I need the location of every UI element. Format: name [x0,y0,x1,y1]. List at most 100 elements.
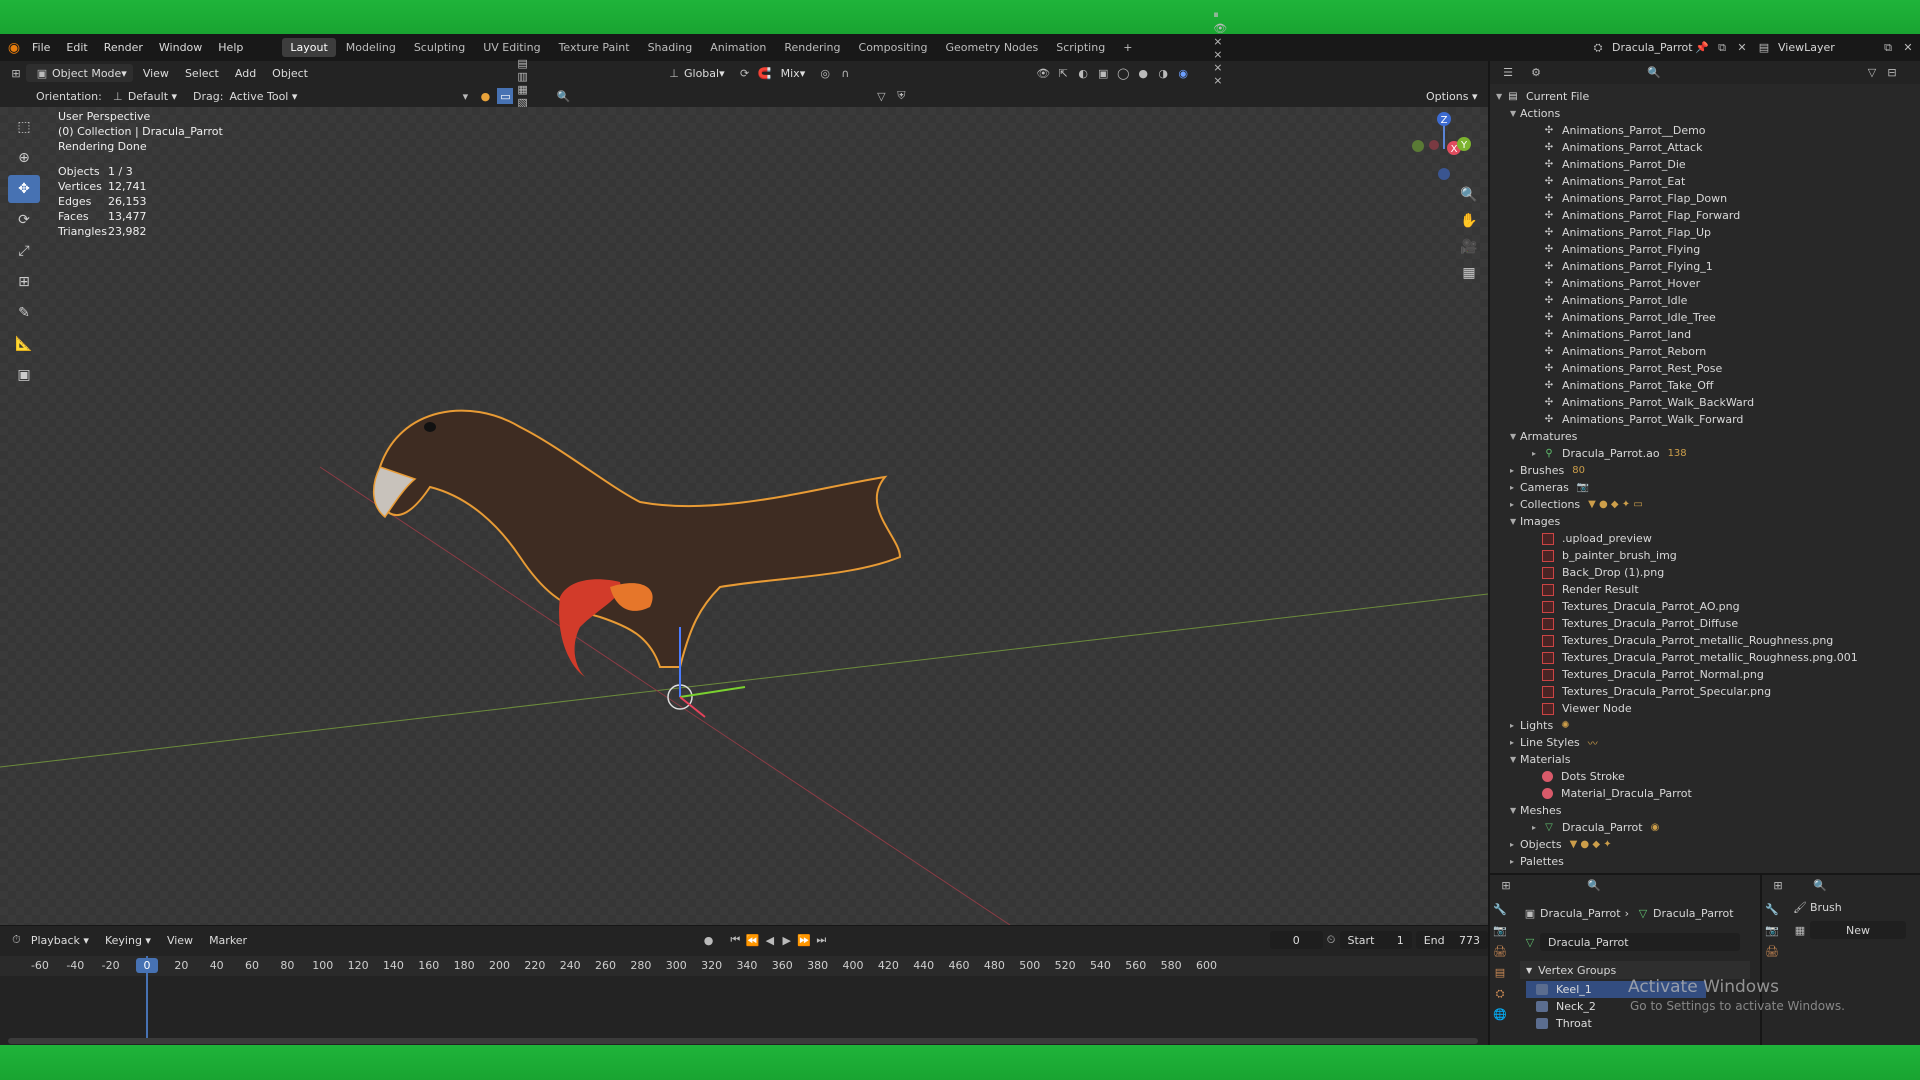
brush-tool-tab-icon[interactable]: 🔧 [1762,903,1782,924]
outliner-image-item[interactable]: Textures_Dracula_Parrot_metallic_Roughne… [1490,632,1920,649]
blender-logo-icon[interactable]: ◉ [6,40,22,56]
outliner-current-file[interactable]: ▼ ▤ Current File [1490,88,1920,105]
3d-viewport[interactable]: ⬚ ⊕ ✥ ⟳ ⤢ ⊞ ✎ 📐 ▣ User Perspective (0) C… [0,107,1488,925]
workspace-tab-layout[interactable]: Layout [282,38,336,57]
props-search-icon[interactable]: 🔍 [1586,877,1602,893]
checker-icon[interactable]: ▦ [1792,922,1808,938]
workspace-tab-uv-editing[interactable]: UV Editing [475,38,548,57]
visibility-icon[interactable]: 👁 [1035,65,1051,81]
expand-toggle-icon[interactable]: ▸ [1510,840,1520,849]
mesh-name-field[interactable]: Dracula_Parrot [1540,933,1740,951]
wireframe-shading-icon[interactable]: ◯ [1115,65,1131,81]
timeline-editor-icon[interactable]: ⏱ [10,932,23,948]
outliner-action-item[interactable]: ✣ Animations_Parrot__Demo [1490,122,1920,139]
workspace-tab-rendering[interactable]: Rendering [776,38,848,57]
gizmo-neg-z-ball[interactable] [1438,168,1450,180]
scene-name[interactable]: Dracula_Parrot [1612,41,1693,54]
menu-file[interactable]: File [24,41,58,54]
select-mode-icons[interactable]: ▤ ▥ ▦ ▧ ▨ ▩ [517,57,533,135]
scene-selector[interactable]: ⛭ Dracula_Parrot 📌 ⧉ ✕ [1588,40,1752,56]
orientation-dropdown[interactable]: ⊥ Default ▾ [102,87,183,105]
outliner-action-item[interactable]: ✣ Animations_Parrot_Flap_Down [1490,190,1920,207]
breadcrumb-mesh[interactable]: Dracula_Parrot [1653,907,1734,920]
expand-toggle-icon[interactable]: ▸ [1510,500,1520,509]
outliner-armatures-group[interactable]: ▼ Armatures [1490,428,1920,445]
workspace-tab-add[interactable]: + [1115,38,1140,57]
outliner-brushes-group[interactable]: ▸ Brushes 80 [1490,462,1920,479]
world-tab-icon[interactable]: 🌐 [1490,1008,1510,1029]
options-dropdown[interactable]: Options ▾ [1420,87,1483,105]
expand-toggle-icon[interactable]: ▸ [1510,738,1520,747]
view-layer-tab-icon[interactable]: ▤ [1490,966,1510,987]
outliner-search-icon[interactable]: 🔍 [1646,65,1662,81]
outliner-action-item[interactable]: ✣ Animations_Parrot_Rest_Pose [1490,360,1920,377]
jump-start-icon[interactable]: ⏮ [729,932,742,948]
view-layer-name[interactable]: ViewLayer [1778,41,1878,54]
x-gizmo-arrow[interactable] [679,686,746,698]
menu-render[interactable]: Render [96,41,151,54]
clock-icon[interactable]: ⏲ [1325,932,1338,948]
zoom-icon[interactable]: 🔍 [1458,187,1480,213]
start-frame-field[interactable]: Start 1 [1339,931,1412,949]
outliner-image-item[interactable]: Textures_Dracula_Parrot_metallic_Roughne… [1490,649,1920,666]
annotate-tool-icon[interactable]: ✎ [8,299,40,327]
outliner-image-item[interactable]: b_painter_brush_img [1490,547,1920,564]
outliner-action-item[interactable]: ✣ Animations_Parrot_Idle_Tree [1490,309,1920,326]
cursor-tool-icon[interactable]: ⊕ [8,144,40,172]
workspace-tab-scripting[interactable]: Scripting [1048,38,1113,57]
new-layer-icon[interactable]: ⧉ [1880,40,1896,56]
display-mode-icon[interactable]: ⚙ [1528,65,1544,81]
outliner-material-item[interactable]: Dots Stroke [1490,768,1920,785]
outliner-action-item[interactable]: ✣ Animations_Parrot_Reborn [1490,343,1920,360]
overlay-toggle-icon[interactable]: ◐ [1075,65,1091,81]
outliner-action-item[interactable]: ✣ Animations_Parrot_Eat [1490,173,1920,190]
outliner-action-item[interactable]: ✣ Animations_Parrot_Flap_Up [1490,224,1920,241]
menu-edit[interactable]: Edit [58,41,95,54]
gizmo-neg-x-ball[interactable] [1429,140,1439,150]
end-frame-field[interactable]: End 773 [1415,931,1488,949]
outliner-materials-group[interactable]: ▼ Materials [1490,751,1920,768]
outliner-action-item[interactable]: ✣ Animations_Parrot_Walk_Forward [1490,411,1920,428]
gizmo-toggle-icon[interactable]: ⇱ [1055,65,1071,81]
playback-menu[interactable]: Playback ▾ [25,931,95,949]
play-reverse-icon[interactable]: ◀ [763,932,776,948]
properties-editor-icon[interactable]: ⊞ [1498,877,1514,893]
filter-icon[interactable]: ▽ [873,88,889,104]
outliner-image-item[interactable]: Textures_Dracula_Parrot_Normal.png [1490,666,1920,683]
outliner-image-item[interactable]: .upload_preview [1490,530,1920,547]
expand-toggle-icon[interactable]: ▸ [1510,483,1520,492]
playhead-frame-indicator[interactable]: 0 [136,958,158,973]
workspace-tab-sculpting[interactable]: Sculpting [406,38,473,57]
outliner-action-item[interactable]: ✣ Animations_Parrot_Flying [1490,241,1920,258]
expand-toggle-icon[interactable]: ▸ [1532,823,1542,832]
select-box-tool-icon[interactable]: ⬚ [8,113,40,141]
tool-tab-icon[interactable]: 🔧 [1490,903,1510,924]
expand-toggle-icon[interactable]: ▼ [1510,432,1520,441]
search-icon[interactable]: 🔍 [555,88,571,104]
expand-toggle-icon[interactable]: ▸ [1532,449,1542,458]
pin-icon[interactable]: 📌 [1694,40,1710,56]
rotate-tool-icon[interactable]: ⟳ [8,206,40,234]
outliner-filter-icon[interactable]: ▽ [1864,65,1880,81]
outliner-action-item[interactable]: ✣ Animations_Parrot_Take_Off [1490,377,1920,394]
brush-search-icon[interactable]: 🔍 [1812,877,1828,893]
snap-icon[interactable]: 🧲 [757,65,773,81]
scene-tab-icon[interactable]: ⛭ [1490,987,1510,1008]
expand-toggle-icon[interactable]: ▼ [1510,755,1520,764]
drag-dropdown[interactable]: Active Tool ▾ [223,87,303,105]
select-menu[interactable]: Select [179,64,225,82]
new-brush-button[interactable]: New [1810,921,1906,939]
add-menu[interactable]: Add [229,64,262,82]
mesh-datablock-icon[interactable]: ▽ [1522,934,1538,950]
frame-ruler[interactable]: -60 -40 -20 0 20 40 60 80 100 120 140 160 180 200 220 2… [0,956,1488,976]
close-icon[interactable]: ✕ [1734,40,1750,56]
solid-shading-icon[interactable]: ● [1135,65,1151,81]
restrict-columns-icons[interactable]: ⏸ 👁 ⨯ ⨯ ⨯ ⨯ ⨯ ⨯ ⨯ ⨯ [1213,8,1229,139]
move-tool-icon[interactable]: ✥ [8,175,40,203]
expand-toggle-icon[interactable]: ▸ [1510,721,1520,730]
rendered-shading-icon[interactable]: ◉ [1175,65,1191,81]
outliner-palettes-group[interactable]: ▸ Palettes [1490,853,1920,870]
editor-type-icon[interactable]: ⊞ [8,65,24,81]
outliner-image-item[interactable]: Textures_Dracula_Parrot_AO.png [1490,598,1920,615]
new-collection-icon[interactable]: ⊟ [1884,65,1900,81]
